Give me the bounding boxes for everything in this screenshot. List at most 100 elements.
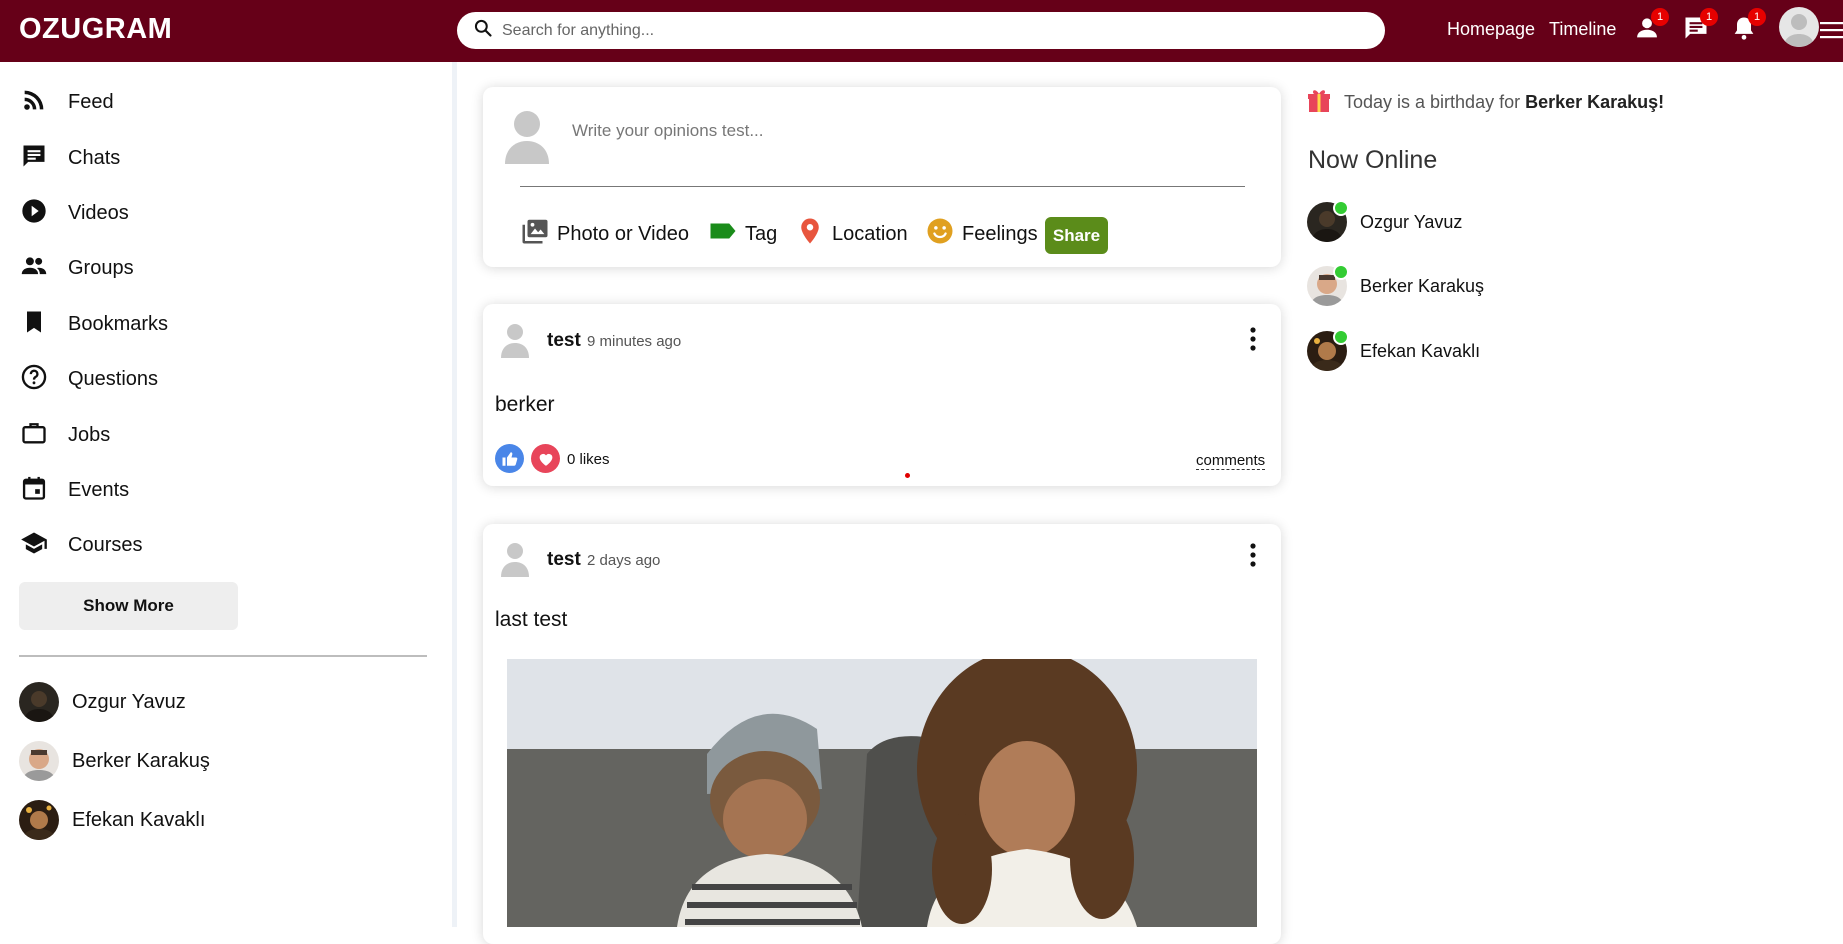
post-image[interactable] (507, 659, 1257, 927)
post-username[interactable]: test (547, 549, 581, 571)
messages-badge: 1 (1700, 8, 1718, 26)
briefcase-icon (20, 419, 48, 452)
person-icon (1633, 18, 1661, 46)
photo-or-video-option[interactable]: Photo or Video (513, 219, 689, 249)
notifications-badge: 1 (1748, 8, 1766, 26)
sidebar-divider (19, 655, 427, 657)
sidebar-item-jobs[interactable]: Jobs (20, 417, 110, 453)
post-text: last test (495, 608, 568, 631)
sidebar-item-chats[interactable]: Chats (20, 140, 120, 176)
avatar (1307, 264, 1349, 306)
share-button[interactable]: Share (1045, 217, 1108, 254)
sidebar-item-label: Groups (68, 256, 134, 279)
hamburger-menu-icon[interactable] (1820, 20, 1843, 40)
birthday-prefix: Today is a birthday for (1344, 92, 1526, 112)
option-label: Photo or Video (557, 222, 689, 245)
share-input[interactable] (572, 121, 1222, 141)
likes-count: 0 likes (567, 451, 610, 468)
like-icon[interactable] (495, 444, 524, 473)
post-text: berker (495, 393, 555, 416)
share-card: Photo or Video Tag Location Feelings Sha… (483, 87, 1281, 267)
avatar[interactable] (500, 322, 530, 358)
friend-requests-button[interactable]: 1 (1633, 8, 1669, 46)
post-card: test 2 days ago last test (483, 524, 1281, 944)
feelings-option[interactable]: Feelings (918, 216, 1038, 252)
sidebar-item-label: Questions (68, 367, 159, 390)
app-logo[interactable]: OZUGRAM (19, 13, 172, 46)
friend-name: Efekan Kavaklı (72, 808, 206, 831)
search-input[interactable] (502, 21, 1362, 40)
group-icon (20, 252, 48, 285)
more-options-icon[interactable] (1243, 325, 1263, 353)
avatar (503, 109, 551, 164)
bookmark-icon (20, 308, 48, 341)
sidebar-item-label: Events (68, 478, 130, 501)
tag-option[interactable]: Tag (701, 219, 777, 249)
profile-avatar[interactable] (1779, 7, 1819, 47)
online-friend-name: Ozgur Yavuz (1360, 211, 1463, 232)
more-options-icon[interactable] (1243, 541, 1263, 569)
messages-button[interactable]: 1 (1682, 8, 1718, 46)
option-label: Tag (745, 222, 778, 245)
friend-name: Ozgur Yavuz (72, 690, 186, 713)
show-more-button[interactable]: Show More (19, 582, 238, 630)
online-friend-item[interactable]: Efekan Kavaklı (1307, 329, 1481, 371)
notifications-button[interactable]: 1 (1730, 8, 1766, 46)
sidebar-item-groups[interactable]: Groups (20, 250, 134, 286)
avatar (1307, 329, 1349, 371)
label-icon (708, 216, 738, 252)
top-bar: OZUGRAM Homepage Timeline 1 1 1 (0, 0, 1843, 62)
bell-icon (1730, 17, 1758, 46)
message-icon (1682, 17, 1710, 46)
sidebar-item-label: Videos (68, 201, 129, 224)
post-card: test 9 minutes ago berker 0 likes commen… (483, 304, 1281, 486)
sidebar-item-label: Chats (68, 146, 121, 169)
online-friend-item[interactable]: Ozgur Yavuz (1307, 200, 1463, 242)
online-status-dot (1333, 264, 1349, 280)
homepage-link[interactable]: Homepage (1447, 19, 1535, 40)
search-icon (473, 18, 493, 43)
post-time: 2 days ago (587, 552, 661, 569)
left-sidebar: Feed Chats Videos Groups Bookmarks Quest… (0, 62, 452, 927)
online-friend-item[interactable]: Berker Karakuş (1307, 264, 1484, 306)
gift-icon (1307, 87, 1331, 118)
timeline-link[interactable]: Timeline (1549, 19, 1616, 40)
online-status-dot (1333, 329, 1349, 345)
comments-link[interactable]: comments (1196, 452, 1266, 470)
rss-feed-icon (20, 86, 48, 119)
avatar (19, 682, 59, 722)
option-label: Feelings (962, 222, 1038, 245)
birthday-notice: Today is a birthday for Berker Karakuş! (1307, 87, 1664, 118)
friend-item[interactable]: Berker Karakuş (19, 741, 210, 781)
post-username[interactable]: test (547, 330, 581, 352)
online-friend-name: Efekan Kavaklı (1360, 340, 1481, 361)
location-pin-icon (795, 216, 825, 252)
avatar (19, 741, 59, 781)
sidebar-item-videos[interactable]: Videos (20, 195, 129, 231)
sidebar-item-events[interactable]: Events (20, 472, 129, 508)
search-bar[interactable] (457, 12, 1385, 49)
avatar (1307, 200, 1349, 242)
sidebar-item-bookmarks[interactable]: Bookmarks (20, 306, 168, 342)
school-icon (20, 529, 48, 562)
location-option[interactable]: Location (788, 216, 908, 252)
sidebar-item-label: Feed (68, 90, 114, 113)
sidebar-item-feed[interactable]: Feed (20, 84, 114, 120)
emoji-icon (925, 216, 955, 252)
avatar[interactable] (500, 541, 530, 577)
calendar-icon (20, 474, 48, 507)
photo-library-icon (520, 216, 550, 252)
friend-requests-badge: 1 (1651, 8, 1669, 26)
friend-item[interactable]: Ozgur Yavuz (19, 682, 186, 722)
now-online-title: Now Online (1308, 146, 1438, 174)
sidebar-border (452, 62, 457, 927)
sidebar-item-questions[interactable]: Questions (20, 361, 158, 397)
birthday-name[interactable]: Berker Karakuş! (1525, 92, 1664, 112)
friend-item[interactable]: Efekan Kavaklı (19, 800, 205, 840)
birthday-text: Today is a birthday for Berker Karakuş! (1344, 92, 1664, 113)
chat-icon (20, 142, 48, 175)
online-status-dot (1333, 200, 1349, 216)
heart-icon[interactable] (531, 444, 560, 473)
sidebar-item-courses[interactable]: Courses (20, 527, 142, 563)
option-label: Location (832, 222, 908, 245)
